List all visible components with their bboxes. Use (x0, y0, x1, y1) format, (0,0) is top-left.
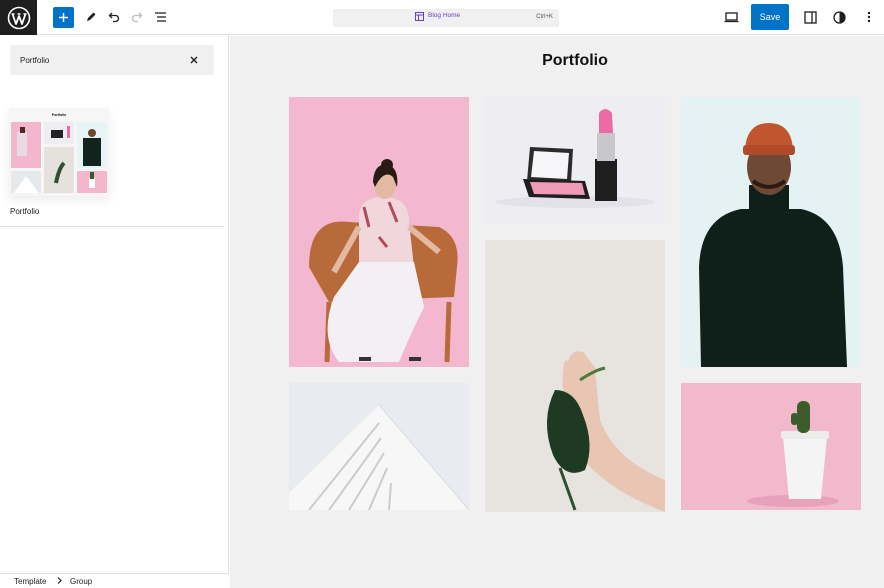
plus-icon (59, 13, 68, 22)
clear-search-button[interactable] (188, 54, 200, 66)
tools-button[interactable] (84, 6, 98, 28)
styles-button[interactable] (832, 6, 846, 28)
undo-icon (108, 12, 120, 23)
wordpress-icon (7, 6, 30, 29)
breadcrumb-template[interactable]: Template (14, 577, 46, 586)
pattern-search (10, 45, 214, 75)
desktop-icon (724, 11, 738, 22)
pattern-thumbnail (11, 122, 107, 193)
list-view-icon (155, 12, 166, 22)
undo-button[interactable] (107, 6, 121, 28)
save-button[interactable]: Save (751, 4, 789, 30)
portfolio-image-cactus[interactable] (681, 383, 861, 510)
portfolio-image-makeup[interactable] (485, 97, 665, 224)
divider (0, 226, 224, 227)
editor-canvas: Portfolio (230, 36, 884, 588)
search-input[interactable] (10, 45, 180, 75)
portfolio-image-woman-chair[interactable] (289, 97, 469, 367)
portfolio-image-hand-leaf[interactable] (485, 240, 665, 512)
styles-icon (832, 10, 846, 24)
pattern-preview-portfolio[interactable]: Portfolio (9, 108, 109, 196)
page-title[interactable]: Portfolio (230, 52, 884, 70)
device-preview-button[interactable] (723, 6, 739, 28)
template-icon (415, 12, 424, 23)
options-button[interactable] (864, 6, 874, 28)
breadcrumb: Template Group (0, 573, 229, 588)
breadcrumb-group[interactable]: Group (70, 577, 92, 586)
add-block-button[interactable] (53, 7, 74, 28)
sidebar-toggle-icon (803, 10, 817, 24)
command-bar[interactable]: Blog Home Ctrl+K (333, 9, 559, 27)
settings-sidebar-button[interactable] (803, 6, 817, 28)
chevron-right-icon (57, 577, 62, 586)
redo-icon (131, 12, 143, 23)
redo-button[interactable] (130, 6, 144, 28)
more-vertical-icon (867, 11, 871, 23)
pattern-label: Portfolio (10, 207, 40, 216)
document-title: Blog Home (428, 12, 461, 19)
close-icon (190, 56, 198, 64)
wordpress-logo[interactable] (0, 0, 37, 35)
portfolio-image-man-beanie[interactable] (681, 97, 861, 367)
portfolio-image-architecture[interactable] (289, 383, 469, 510)
pattern-inserter-sidebar: Portfolio Portfolio (0, 35, 229, 588)
pencil-icon (87, 12, 96, 21)
shortcut-hint: Ctrl+K (536, 14, 553, 20)
document-overview-button[interactable] (153, 6, 168, 28)
top-toolbar: Blog Home Ctrl+K Save (0, 0, 884, 35)
